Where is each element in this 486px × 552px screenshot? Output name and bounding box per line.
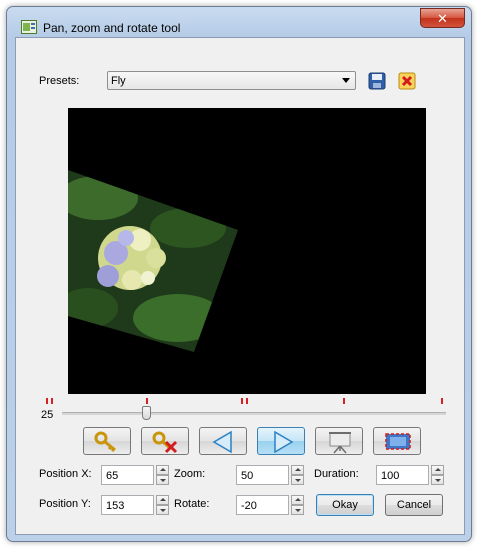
spin-down-icon[interactable] xyxy=(431,475,444,485)
preview-canvas[interactable] xyxy=(68,108,426,394)
spin-up-icon[interactable] xyxy=(291,465,304,475)
remove-keyframe-icon xyxy=(152,431,178,454)
timeline-keyframe-marker[interactable] xyxy=(343,398,345,404)
rotate-spinner[interactable] xyxy=(291,495,304,515)
zoom-label: Zoom: xyxy=(174,468,206,480)
previous-button[interactable] xyxy=(199,427,247,455)
position-x-input[interactable]: 65 xyxy=(101,465,154,485)
position-x-value: 65 xyxy=(106,470,119,482)
position-x-spinner[interactable] xyxy=(156,465,169,485)
duration-value: 100 xyxy=(381,470,400,482)
close-button[interactable]: ✕ xyxy=(420,8,465,28)
timeline-slider-thumb[interactable] xyxy=(142,406,151,420)
timeline-keyframe-marker[interactable] xyxy=(441,398,443,404)
next-button[interactable] xyxy=(257,427,305,455)
spin-down-icon[interactable] xyxy=(156,505,169,515)
position-y-input[interactable]: 153 xyxy=(101,495,154,515)
add-keyframe-button[interactable] xyxy=(83,427,131,455)
rotate-input[interactable]: -20 xyxy=(236,495,289,515)
spin-up-icon[interactable] xyxy=(156,465,169,475)
spin-down-icon[interactable] xyxy=(291,475,304,485)
duration-spinner[interactable] xyxy=(431,465,444,485)
rotate-label: Rotate: xyxy=(174,498,210,510)
window-title: Pan, zoom and rotate tool xyxy=(43,21,181,35)
title-bar[interactable]: Pan, zoom and rotate tool ✕ xyxy=(7,7,471,37)
fullscreen-button[interactable] xyxy=(373,427,421,455)
timeline-keyframe-marker[interactable] xyxy=(51,398,53,404)
timeline-start-value: 25 xyxy=(41,409,54,421)
remove-keyframe-button[interactable] xyxy=(141,427,189,455)
spin-down-icon[interactable] xyxy=(291,505,304,515)
red-x-delete-icon[interactable] xyxy=(398,72,416,90)
floppy-disk-icon[interactable] xyxy=(368,72,386,90)
rotate-value: -20 xyxy=(241,500,257,512)
timeline-keyframe-marker[interactable] xyxy=(46,398,48,404)
cancel-button[interactable]: Cancel xyxy=(385,494,443,516)
duration-label: Duration: xyxy=(314,468,359,480)
fullscreen-monitor-icon xyxy=(385,433,411,450)
position-y-value: 153 xyxy=(106,500,125,512)
spin-up-icon[interactable] xyxy=(291,495,304,505)
timeline-slider-track[interactable] xyxy=(62,412,446,415)
okay-button[interactable]: Okay xyxy=(316,494,374,516)
position-y-label: Position Y: xyxy=(39,498,91,510)
timeline-keyframe-marker[interactable] xyxy=(146,398,148,404)
spin-down-icon[interactable] xyxy=(156,475,169,485)
spin-up-icon[interactable] xyxy=(156,495,169,505)
triangle-right-icon xyxy=(274,430,294,454)
preview-image xyxy=(68,170,238,352)
spin-up-icon[interactable] xyxy=(431,465,444,475)
add-keyframe-icon xyxy=(94,431,116,453)
zoom-input[interactable]: 50 xyxy=(236,465,289,485)
zoom-value: 50 xyxy=(241,470,254,482)
chevron-down-icon xyxy=(342,78,350,83)
position-y-spinner[interactable] xyxy=(156,495,169,515)
position-x-label: Position X: xyxy=(39,468,92,480)
projector-screen-icon xyxy=(329,432,351,454)
app-icon xyxy=(21,20,37,34)
presets-label: Presets: xyxy=(39,75,80,87)
presets-selected-value: Fly xyxy=(111,75,126,87)
dialog-body: Presets: Fly 25 Position X: 65 Position … xyxy=(15,37,465,535)
preview-button[interactable] xyxy=(315,427,363,455)
dialog-window: Pan, zoom and rotate tool ✕ Presets: Fly xyxy=(6,6,472,542)
close-icon: ✕ xyxy=(437,11,448,26)
zoom-spinner[interactable] xyxy=(291,465,304,485)
timeline-keyframe-marker[interactable] xyxy=(246,398,248,404)
timeline-keyframe-marker[interactable] xyxy=(241,398,243,404)
presets-dropdown[interactable]: Fly xyxy=(107,71,356,90)
duration-input[interactable]: 100 xyxy=(376,465,429,485)
triangle-left-icon xyxy=(212,430,232,454)
